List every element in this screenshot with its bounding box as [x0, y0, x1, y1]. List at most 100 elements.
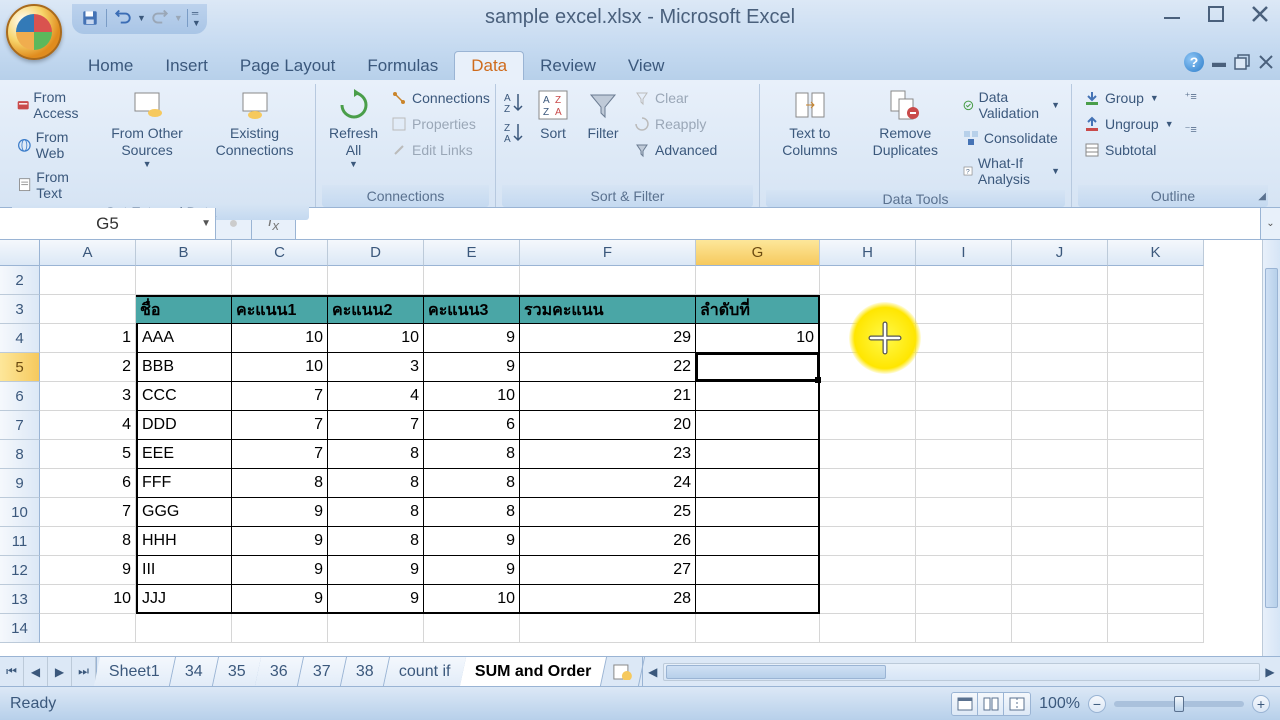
cell-B2[interactable] — [136, 266, 232, 295]
page-break-view-icon[interactable] — [1004, 693, 1030, 715]
cell-C2[interactable] — [232, 266, 328, 295]
cell-A9[interactable]: 6 — [40, 469, 136, 498]
cell-K8[interactable] — [1108, 440, 1204, 469]
cell-G14[interactable] — [696, 614, 820, 643]
cell-H8[interactable] — [820, 440, 916, 469]
cell-F8[interactable]: 23 — [520, 440, 696, 469]
cell-J5[interactable] — [1012, 353, 1108, 382]
cell-B11[interactable]: HHH — [136, 527, 232, 556]
cell-E12[interactable]: 9 — [424, 556, 520, 585]
row-header-9[interactable]: 9 — [0, 469, 40, 498]
remove-duplicates-button[interactable]: Remove Duplicates — [854, 84, 957, 162]
select-all-corner[interactable] — [0, 240, 40, 266]
cell-K5[interactable] — [1108, 353, 1204, 382]
data-validation-button[interactable]: Data Validation▼ — [957, 86, 1065, 124]
normal-view-icon[interactable] — [952, 693, 978, 715]
cell-F3[interactable]: รวมคะแนน — [520, 295, 696, 324]
cell-C12[interactable]: 9 — [232, 556, 328, 585]
tab-review[interactable]: Review — [524, 52, 612, 80]
column-header-F[interactable]: F — [520, 240, 696, 266]
ungroup-button[interactable]: Ungroup▼ — [1078, 112, 1179, 136]
column-header-K[interactable]: K — [1108, 240, 1204, 266]
cell-F7[interactable]: 20 — [520, 411, 696, 440]
row-header-3[interactable]: 3 — [0, 295, 40, 324]
cell-I8[interactable] — [916, 440, 1012, 469]
vertical-scrollbar[interactable] — [1262, 240, 1280, 656]
redo-icon[interactable] — [148, 7, 172, 29]
cell-A7[interactable]: 4 — [40, 411, 136, 440]
cell-C3[interactable]: คะแนน1 — [232, 295, 328, 324]
cell-B5[interactable]: BBB — [136, 353, 232, 382]
cell-I5[interactable] — [916, 353, 1012, 382]
cell-I6[interactable] — [916, 382, 1012, 411]
cell-G11[interactable] — [696, 527, 820, 556]
cell-F4[interactable]: 29 — [520, 324, 696, 353]
row-header-7[interactable]: 7 — [0, 411, 40, 440]
horizontal-scrollbar[interactable]: ◀ ▶ — [642, 657, 1280, 686]
cell-E13[interactable]: 10 — [424, 585, 520, 614]
cell-G2[interactable] — [696, 266, 820, 295]
cell-K6[interactable] — [1108, 382, 1204, 411]
cell-D10[interactable]: 8 — [328, 498, 424, 527]
cell-F12[interactable]: 27 — [520, 556, 696, 585]
row-header-12[interactable]: 12 — [0, 556, 40, 585]
cell-B3[interactable]: ชื่อ — [136, 295, 232, 324]
cell-I10[interactable] — [916, 498, 1012, 527]
cell-K12[interactable] — [1108, 556, 1204, 585]
cell-C11[interactable]: 9 — [232, 527, 328, 556]
cell-G5[interactable] — [696, 353, 820, 382]
what-if-button[interactable]: ?What-If Analysis▼ — [957, 152, 1065, 190]
cell-H9[interactable] — [820, 469, 916, 498]
cell-F13[interactable]: 28 — [520, 585, 696, 614]
ribbon-minimize-icon[interactable]: ▬ — [1212, 54, 1226, 70]
cell-B13[interactable]: JJJ — [136, 585, 232, 614]
cell-B14[interactable] — [136, 614, 232, 643]
undo-icon[interactable] — [111, 7, 135, 29]
zoom-value[interactable]: 100% — [1039, 695, 1080, 713]
row-header-5[interactable]: 5 — [0, 353, 40, 382]
cell-I2[interactable] — [916, 266, 1012, 295]
row-header-13[interactable]: 13 — [0, 585, 40, 614]
cell-J4[interactable] — [1012, 324, 1108, 353]
cell-F2[interactable] — [520, 266, 696, 295]
sheet-tab-38[interactable]: 38 — [341, 657, 390, 686]
cell-C5[interactable]: 10 — [232, 353, 328, 382]
cell-E5[interactable]: 9 — [424, 353, 520, 382]
cell-E6[interactable]: 10 — [424, 382, 520, 411]
new-sheet-button[interactable] — [602, 657, 645, 686]
row-header-10[interactable]: 10 — [0, 498, 40, 527]
cell-G6[interactable] — [696, 382, 820, 411]
cell-H12[interactable] — [820, 556, 916, 585]
sheet-tab-sheet1[interactable]: Sheet1 — [94, 657, 176, 686]
connections-button[interactable]: Connections — [385, 86, 495, 110]
cell-K3[interactable] — [1108, 295, 1204, 324]
cell-A13[interactable]: 10 — [40, 585, 136, 614]
cell-I12[interactable] — [916, 556, 1012, 585]
cell-I14[interactable] — [916, 614, 1012, 643]
row-header-14[interactable]: 14 — [0, 614, 40, 643]
cell-D2[interactable] — [328, 266, 424, 295]
cell-B6[interactable]: CCC — [136, 382, 232, 411]
page-layout-view-icon[interactable] — [978, 693, 1004, 715]
cell-I3[interactable] — [916, 295, 1012, 324]
tab-home[interactable]: Home — [72, 52, 149, 80]
subtotal-button[interactable]: Subtotal — [1078, 138, 1179, 162]
cell-B10[interactable]: GGG — [136, 498, 232, 527]
zoom-slider[interactable] — [1114, 701, 1244, 707]
column-header-I[interactable]: I — [916, 240, 1012, 266]
sheet-tab-sum-and-order[interactable]: SUM and Order — [460, 657, 608, 686]
outline-launcher-icon[interactable]: ◢ — [1258, 191, 1266, 202]
worksheet-grid[interactable]: ABCDEFGHIJK 234567891011121314 ชื่อคะแนน… — [0, 240, 1280, 656]
from-other-sources-button[interactable]: From Other Sources▼ — [94, 84, 200, 172]
cell-J14[interactable] — [1012, 614, 1108, 643]
cell-H2[interactable] — [820, 266, 916, 295]
cell-E10[interactable]: 8 — [424, 498, 520, 527]
cell-A3[interactable] — [40, 295, 136, 324]
cell-I13[interactable] — [916, 585, 1012, 614]
cell-A6[interactable]: 3 — [40, 382, 136, 411]
cell-G12[interactable] — [696, 556, 820, 585]
cell-D14[interactable] — [328, 614, 424, 643]
cell-A12[interactable]: 9 — [40, 556, 136, 585]
cell-A14[interactable] — [40, 614, 136, 643]
cell-C14[interactable] — [232, 614, 328, 643]
